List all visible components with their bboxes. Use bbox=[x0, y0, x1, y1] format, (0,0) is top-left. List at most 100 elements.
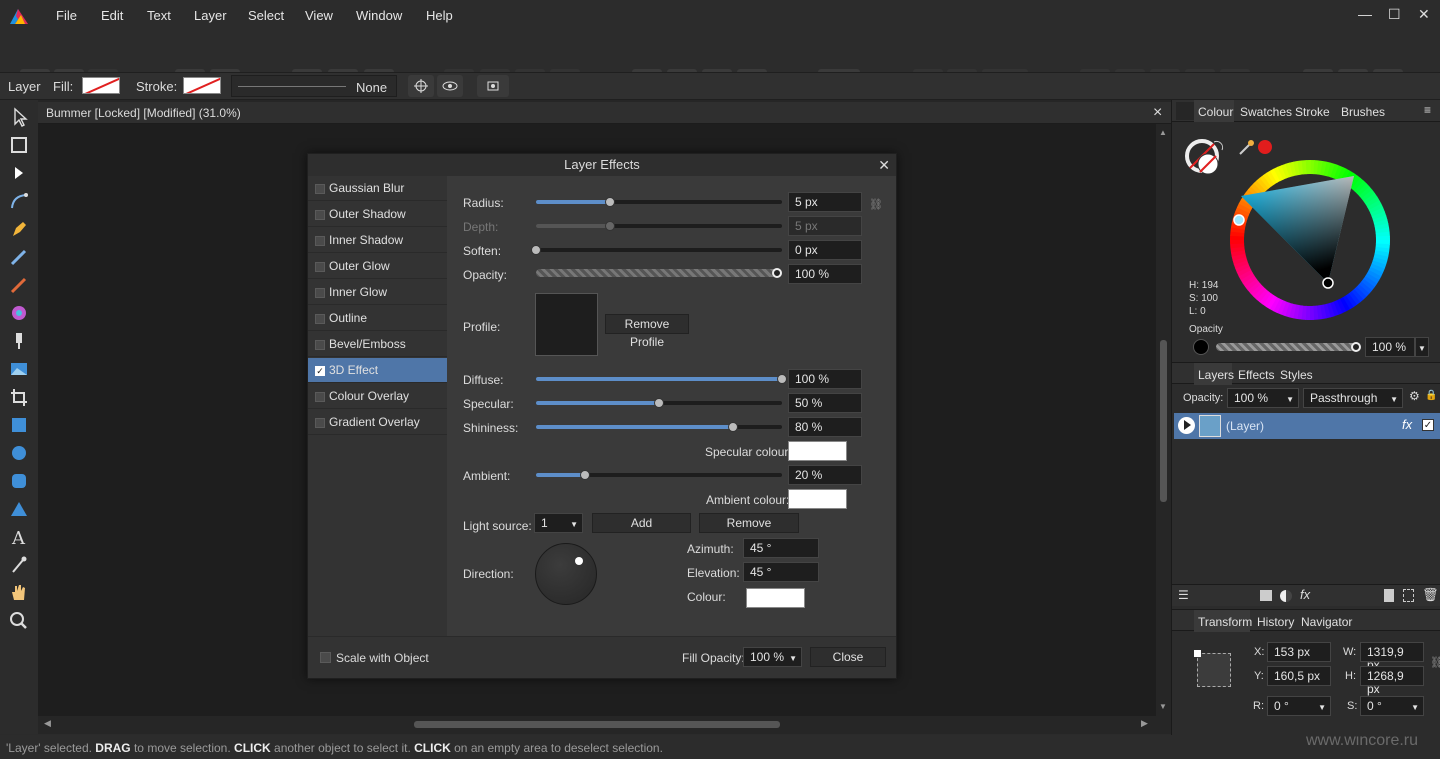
opacity-slider-knob[interactable] bbox=[772, 268, 782, 278]
elevation-field[interactable]: 45 ° bbox=[743, 562, 819, 582]
horizontal-scrollbar[interactable]: ◀ ▶ bbox=[38, 716, 1156, 732]
ambient-field[interactable]: 20 % bbox=[788, 465, 862, 485]
link-icon[interactable]: ⛓ bbox=[869, 198, 883, 211]
close-button[interactable]: Close bbox=[810, 647, 886, 667]
hue-ring-segment[interactable] bbox=[1230, 239, 1245, 245]
layers-stack-icon[interactable]: ☰ bbox=[1178, 588, 1189, 602]
direction-dial[interactable] bbox=[535, 543, 597, 605]
fill-stroke-selector[interactable] bbox=[1184, 138, 1228, 182]
fx-icon[interactable]: fx bbox=[1300, 587, 1310, 602]
rotate-selection-button[interactable] bbox=[477, 75, 509, 97]
effect-checkbox[interactable] bbox=[315, 210, 325, 220]
minimize-button[interactable]: — bbox=[1358, 6, 1372, 22]
anchor-top-left[interactable] bbox=[1194, 650, 1201, 657]
rectangle-tool-icon[interactable] bbox=[7, 414, 31, 436]
depth-slider[interactable] bbox=[536, 221, 782, 231]
tab-swatches[interactable]: Swatches bbox=[1240, 105, 1292, 119]
layer-opacity-dropdown[interactable]: 100 % ▼ bbox=[1227, 388, 1299, 408]
scroll-left-icon[interactable]: ◀ bbox=[44, 718, 51, 729]
diffuse-field[interactable]: 100 % bbox=[788, 369, 862, 389]
radius-slider-knob[interactable] bbox=[604, 197, 615, 207]
pencil-tool-icon[interactable] bbox=[7, 246, 31, 268]
ellipse-tool-icon[interactable] bbox=[7, 442, 31, 464]
effect-item[interactable]: Gaussian Blur bbox=[308, 176, 447, 201]
hue-ring-segment[interactable] bbox=[1305, 160, 1311, 175]
tab-transform[interactable]: Transform bbox=[1198, 615, 1252, 629]
document-tab[interactable]: Bummer [Locked] [Modified] (31.0%) × bbox=[38, 102, 1171, 124]
depth-slider-knob[interactable] bbox=[604, 221, 615, 231]
effect-checkbox[interactable] bbox=[315, 262, 325, 272]
effect-item[interactable]: Outer Shadow bbox=[308, 202, 447, 227]
effect-checkbox[interactable] bbox=[315, 184, 325, 194]
tab-stroke[interactable]: Stroke bbox=[1295, 105, 1330, 119]
scale-with-object-checkbox[interactable] bbox=[320, 652, 331, 663]
effect-item[interactable]: Inner Glow bbox=[308, 280, 447, 305]
soften-slider-knob[interactable] bbox=[531, 245, 541, 255]
place-image-tool-icon[interactable] bbox=[7, 358, 31, 380]
opacity-slider[interactable] bbox=[1216, 343, 1356, 351]
rotation-dropdown[interactable]: 0 ° ▼ bbox=[1267, 696, 1331, 716]
panel-menu-icon[interactable]: ≡ bbox=[1424, 103, 1431, 117]
adjustment-icon[interactable] bbox=[1280, 590, 1292, 602]
add-light-button[interactable]: Add bbox=[592, 513, 691, 533]
hide-selection-button[interactable] bbox=[437, 75, 463, 97]
maximize-button[interactable]: ☐ bbox=[1388, 6, 1401, 23]
fx-icon[interactable]: fx bbox=[1402, 417, 1412, 432]
azimuth-field[interactable]: 45 ° bbox=[743, 538, 819, 558]
tab-brushes[interactable]: Brushes bbox=[1341, 105, 1385, 119]
colour-marker[interactable] bbox=[1322, 277, 1334, 289]
effect-checkbox[interactable] bbox=[315, 288, 325, 298]
light-source-dropdown[interactable]: 1 ▼ bbox=[534, 513, 583, 533]
rounded-rectangle-tool-icon[interactable] bbox=[7, 470, 31, 492]
remove-light-button[interactable]: Remove bbox=[699, 513, 799, 533]
close-window-button[interactable]: ✕ bbox=[1418, 6, 1430, 23]
specular-slider-knob[interactable] bbox=[654, 398, 664, 408]
link-icon[interactable]: ⛓ bbox=[1430, 656, 1440, 669]
light-colour-swatch[interactable] bbox=[746, 588, 805, 608]
transform-origin-button[interactable] bbox=[408, 75, 434, 97]
h-field[interactable]: 1268,9 px bbox=[1360, 666, 1424, 696]
hand-tool-icon[interactable] bbox=[7, 582, 31, 604]
effect-checkbox[interactable] bbox=[315, 314, 325, 324]
vector-brush-tool-icon[interactable] bbox=[7, 274, 31, 296]
specular-field[interactable]: 50 % bbox=[788, 393, 862, 413]
node-tool-icon[interactable] bbox=[7, 162, 31, 184]
fill-tool-icon[interactable] bbox=[7, 302, 31, 324]
y-field[interactable]: 160,5 px bbox=[1267, 666, 1331, 686]
direction-handle[interactable] bbox=[575, 557, 583, 565]
fill-opacity-dropdown[interactable]: 100 % ▼ bbox=[743, 647, 802, 667]
colour-picker-icon[interactable] bbox=[1238, 138, 1256, 156]
soften-slider[interactable] bbox=[531, 245, 782, 255]
layer-visibility-checkbox[interactable]: ✓ bbox=[1422, 419, 1434, 431]
specular-slider[interactable] bbox=[536, 398, 782, 408]
gear-icon[interactable]: ⚙ bbox=[1409, 389, 1420, 403]
menu-file[interactable]: File bbox=[56, 8, 77, 23]
hue-marker[interactable] bbox=[1233, 214, 1245, 226]
corner-tool-icon[interactable] bbox=[7, 190, 31, 212]
menu-view[interactable]: View bbox=[305, 8, 333, 23]
scroll-up-icon[interactable]: ▲ bbox=[1159, 128, 1167, 137]
menu-help[interactable]: Help bbox=[426, 8, 453, 23]
colour-wheel[interactable] bbox=[1228, 158, 1392, 322]
diffuse-slider-knob[interactable] bbox=[777, 374, 787, 384]
blend-mode-dropdown[interactable]: Passthrough ▼ bbox=[1303, 388, 1403, 408]
fill-swatch[interactable] bbox=[82, 77, 120, 94]
close-document-button[interactable]: × bbox=[1153, 104, 1162, 122]
lock-icon[interactable]: 🔒 bbox=[1425, 390, 1437, 401]
opacity-slider-knob[interactable] bbox=[1351, 342, 1361, 352]
effect-item[interactable]: Gradient Overlay bbox=[308, 410, 447, 435]
trash-icon[interactable]: 🗑 bbox=[1422, 587, 1439, 603]
soften-field[interactable]: 0 px bbox=[788, 240, 862, 260]
effect-item[interactable]: Inner Shadow bbox=[308, 228, 447, 253]
tab-colour[interactable]: Colour bbox=[1198, 105, 1233, 119]
menu-select[interactable]: Select bbox=[248, 8, 284, 23]
dialog-close-icon[interactable]: ✕ bbox=[878, 154, 890, 176]
artistic-text-tool-icon[interactable]: A bbox=[7, 526, 31, 548]
tab-layers[interactable]: Layers bbox=[1198, 368, 1234, 382]
opacity-field[interactable]: 100 % bbox=[788, 264, 862, 284]
vertical-scroll-thumb[interactable] bbox=[1160, 340, 1167, 502]
shininess-slider-knob[interactable] bbox=[727, 422, 738, 432]
hue-ring-segment[interactable] bbox=[1375, 235, 1390, 241]
stroke-swatch[interactable] bbox=[183, 77, 221, 94]
stroke-style-selector[interactable]: None bbox=[231, 75, 397, 97]
